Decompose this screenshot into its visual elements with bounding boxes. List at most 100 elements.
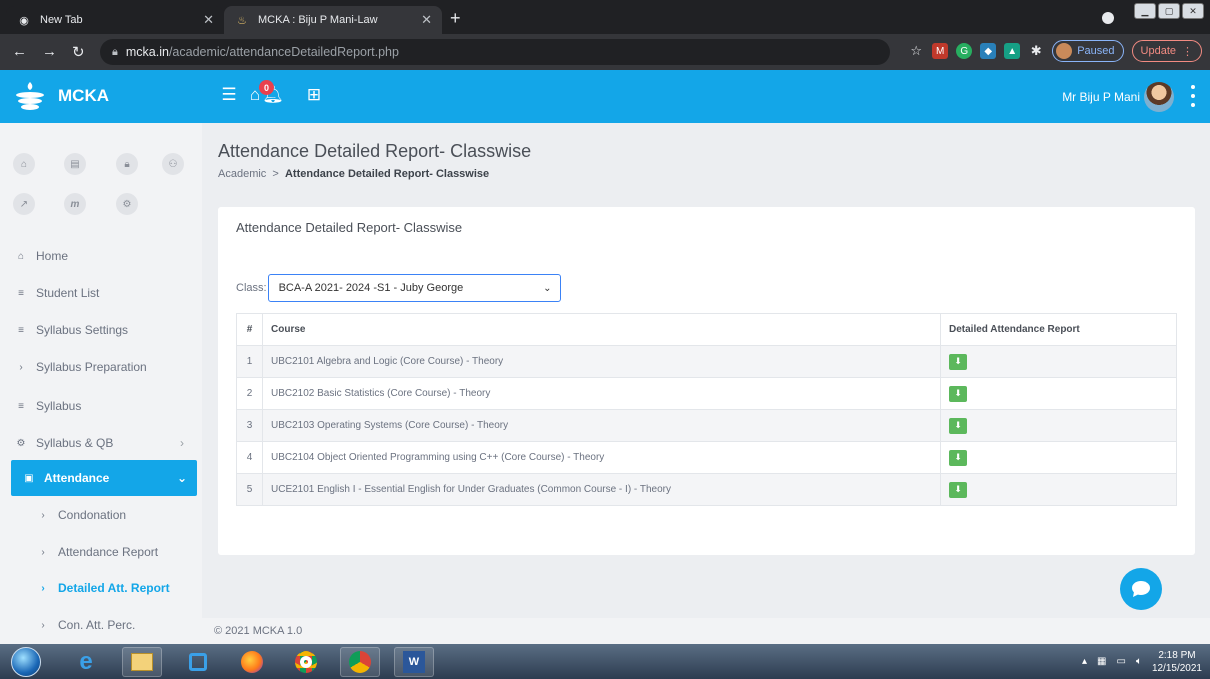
sidebar-item-syllabus-qb[interactable]: ⚙ Syllabus & QB ›	[0, 425, 202, 461]
download-icon[interactable]: ⬇	[949, 481, 967, 498]
more-vert-icon[interactable]	[1190, 85, 1196, 107]
new-tab-button[interactable]: +	[450, 8, 461, 29]
update-button[interactable]: Update ⋮	[1131, 40, 1202, 62]
start-button[interactable]	[6, 647, 46, 677]
submenu-item-condonation[interactable]: › Condonation	[0, 497, 202, 533]
home-icon[interactable]: ⌂	[13, 153, 35, 175]
submenu-item-label: Condonation	[58, 508, 127, 522]
chevron-right-icon: ›	[41, 546, 45, 558]
row-number: 1	[236, 345, 263, 378]
download-icon[interactable]: ⬇	[949, 449, 967, 466]
row-number: 3	[236, 409, 263, 442]
tab-new-tab[interactable]: ◉ New Tab ✕	[6, 6, 224, 34]
chevron-up-icon[interactable]: ▴	[1082, 656, 1087, 667]
footer-text: © 2021 MCKA 1.0	[214, 625, 303, 637]
chevron-right-icon: ›	[19, 361, 23, 373]
chevron-right-icon: ›	[41, 509, 45, 521]
tab-mcka[interactable]: ♨ MCKA : Biju P Mani-Law ✕	[224, 6, 442, 34]
close-icon[interactable]: ✕	[203, 12, 214, 28]
clock[interactable]: 2:18 PM 12/15/2021	[1152, 649, 1202, 675]
table-row: 4 UBC2104 Object Oriented Programming us…	[236, 441, 1177, 474]
submenu-item-attendance-report[interactable]: › Attendance Report	[0, 534, 202, 570]
cogs-icon: ⚙	[16, 437, 26, 449]
chat-button[interactable]	[1120, 568, 1162, 610]
more-vert-icon: ⋮	[1182, 45, 1193, 58]
course-table: # Course Detailed Attendance Report 1 UB…	[236, 313, 1177, 506]
download-icon[interactable]: ⬇	[949, 385, 967, 402]
avatar[interactable]	[1144, 82, 1174, 112]
sidebar-item-syllabus-settings[interactable]: ≡ Syllabus Settings	[0, 312, 202, 348]
user-name[interactable]: Mr Biju P Mani	[1062, 90, 1140, 104]
close-window-button[interactable]: ✕	[1182, 3, 1204, 19]
chrome-profile-icon[interactable]	[340, 647, 380, 677]
word-icon[interactable]: W	[394, 647, 434, 677]
grammarly-icon[interactable]: G	[956, 43, 973, 59]
network-icon[interactable]: ▦	[1097, 656, 1106, 667]
sidebar-item-label: Syllabus & QB	[36, 436, 114, 450]
handshake-icon[interactable]: ⚇	[162, 153, 184, 175]
address-bar[interactable]: 🔒︎ mcka.in/academic/attendanceDetailedRe…	[100, 39, 890, 65]
sidebar: ⌂ ▤ 🔒︎ ⚇ ↗ m ⚙ ⌂ Home ≡ Student List ≡ S…	[0, 123, 202, 644]
breadcrumb: Academic > Attendance Detailed Report- C…	[218, 168, 489, 180]
file-explorer-icon[interactable]	[122, 647, 162, 677]
back-arrow-icon[interactable]: ←	[12, 43, 27, 60]
firefox-icon[interactable]	[232, 647, 272, 677]
clock-date: 12/15/2021	[1151, 662, 1202, 674]
close-icon[interactable]: ✕	[421, 12, 432, 28]
download-icon[interactable]: ⬇	[949, 353, 967, 370]
puzzle-icon[interactable]: ✱	[1028, 43, 1044, 59]
sidebar-item-home[interactable]: ⌂ Home	[0, 238, 202, 274]
column-header: Course	[262, 313, 941, 346]
class-filter: Class: BCA-A 2021- 2024 -S1 - Juby Georg…	[236, 274, 561, 302]
maximize-button[interactable]: ▢	[1158, 3, 1180, 19]
extension-icon[interactable]: ▲	[1004, 43, 1021, 59]
tab-label: New Tab	[40, 14, 83, 26]
extension-icon[interactable]: ◆	[980, 43, 997, 59]
volume-icon[interactable]: 🔈︎	[1136, 656, 1142, 667]
submenu-item-label: Attendance Report	[58, 545, 159, 559]
chevron-right-icon: ›	[180, 436, 184, 450]
gear-icon[interactable]: ⚙	[116, 193, 138, 215]
table-row: 5 UCE2101 English I - Essential English …	[236, 473, 1177, 506]
sidebar-item-student-list[interactable]: ≡ Student List	[0, 275, 202, 311]
monitor-icon[interactable]: ▭	[1116, 656, 1125, 667]
internet-explorer-icon[interactable]: e	[66, 647, 106, 677]
table-row: 2 UBC2102 Basic Statistics (Core Course)…	[236, 377, 1177, 410]
star-icon[interactable]: ☆	[908, 43, 924, 59]
forward-arrow-icon[interactable]: →	[42, 43, 57, 60]
sidebar-item-label: Student List	[36, 286, 100, 300]
m-logo-icon[interactable]: m	[64, 193, 86, 215]
chrome-icon[interactable]	[286, 647, 326, 677]
extension-icon[interactable]: M	[932, 43, 949, 59]
row-number: 5	[236, 473, 263, 506]
lock-icon: 🔒︎	[112, 45, 118, 58]
table-row: 1 UBC2101 Algebra and Logic (Core Course…	[236, 345, 1177, 378]
chrome-icon: ◉	[19, 14, 29, 27]
submenu-item-detailed-att-report[interactable]: › Detailed Att. Report	[0, 570, 202, 606]
lock-icon[interactable]: 🔒︎	[116, 153, 138, 175]
reload-icon[interactable]: ↻	[72, 43, 85, 61]
brand-name[interactable]: MCKA	[58, 86, 109, 106]
apps-grid-icon[interactable]: ⊞	[304, 85, 324, 105]
report-card: Attendance Detailed Report- Classwise Cl…	[218, 207, 1195, 555]
minimize-button[interactable]: ▁	[1134, 3, 1156, 19]
external-link-icon[interactable]: ↗	[13, 193, 35, 215]
footer: © 2021 MCKA 1.0	[202, 618, 1210, 644]
id-card-icon[interactable]: ▤	[64, 153, 86, 175]
breadcrumb-root[interactable]: Academic	[218, 168, 266, 180]
record-icon[interactable]	[1102, 12, 1114, 24]
download-icon[interactable]: ⬇	[949, 417, 967, 434]
submenu-item-con-att-perc[interactable]: › Con. Att. Perc.	[0, 607, 202, 643]
class-select[interactable]: BCA-A 2021- 2024 -S1 - Juby George ⌄	[267, 274, 561, 302]
sidebar-item-syllabus[interactable]: ≡ Syllabus	[0, 388, 202, 424]
sidebar-item-syllabus-preparation[interactable]: › Syllabus Preparation	[0, 349, 202, 385]
media-player-icon[interactable]	[178, 647, 218, 677]
sidebar-item-label: Syllabus Preparation	[36, 360, 147, 374]
profile-status: Paused	[1077, 45, 1115, 57]
course-name: UBC2104 Object Oriented Programming usin…	[262, 441, 941, 474]
sidebar-item-attendance[interactable]: ▣ Attendance ⌄	[11, 460, 197, 496]
profile-paused-button[interactable]: Paused	[1052, 40, 1124, 62]
chevron-down-icon: ⌄	[543, 282, 552, 294]
table-header-row: # Course Detailed Attendance Report	[236, 313, 1177, 346]
mcka-logo-icon[interactable]	[14, 80, 46, 112]
